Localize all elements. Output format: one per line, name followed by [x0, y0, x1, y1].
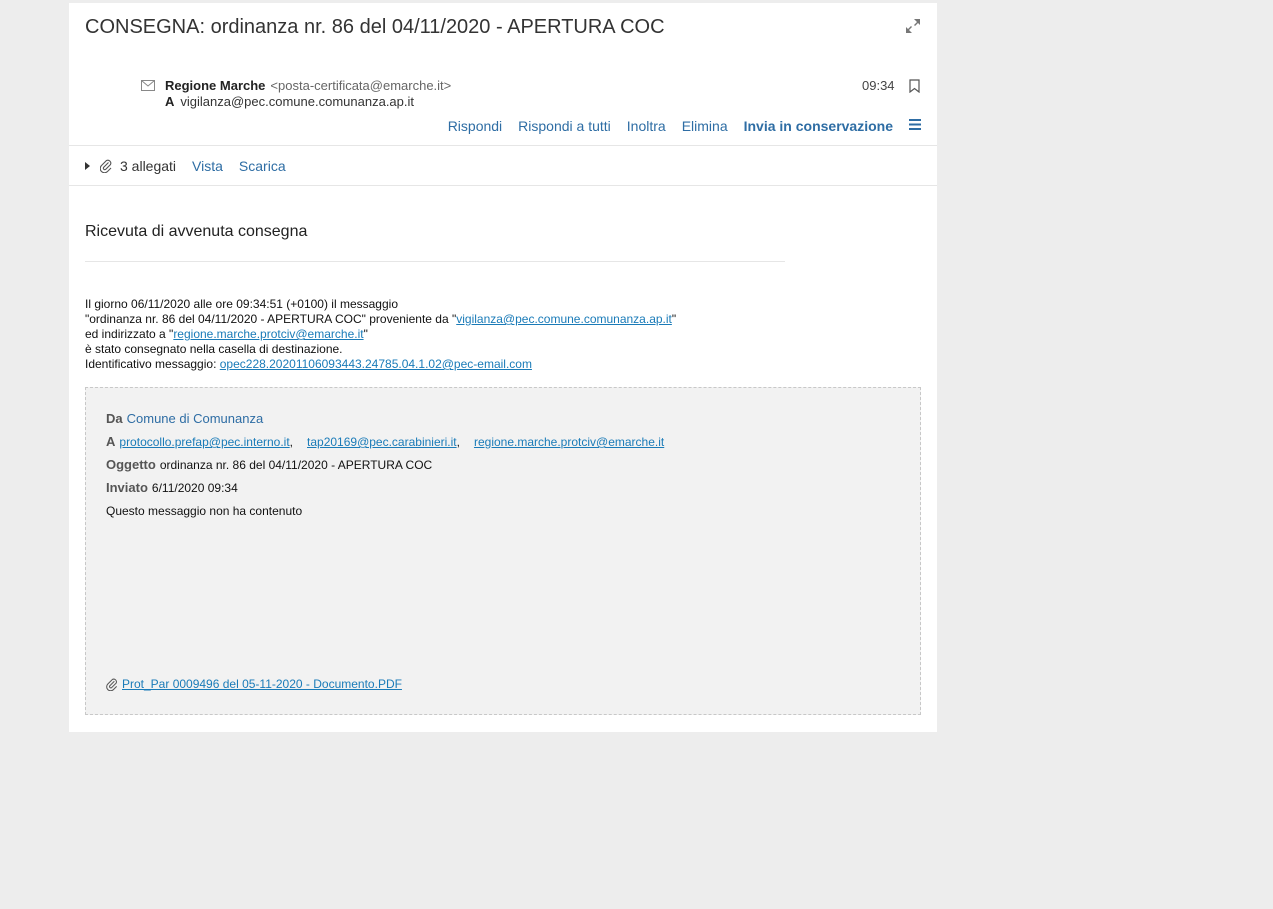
envelope-icon	[141, 80, 155, 91]
receipt-line-5-text: Identificativo messaggio:	[85, 357, 220, 371]
receipt-line-3-end: "	[363, 327, 368, 341]
reply-all-button[interactable]: Rispondi a tutti	[518, 118, 611, 134]
hamburger-menu-icon[interactable]	[909, 119, 921, 130]
recipient-label: A	[165, 94, 175, 109]
action-bar: Rispondi Rispondi a tutti Inoltra Elimin…	[448, 118, 893, 134]
recipient-separator: ,	[289, 435, 294, 449]
original-sent-value: 6/11/2020 09:34	[151, 481, 238, 495]
message-subject: CONSEGNA: ordinanza nr. 86 del 04/11/202…	[85, 16, 665, 38]
message-time: 09:34	[862, 78, 895, 93]
receipt-line-4: è stato consegnato nella casella di dest…	[85, 342, 343, 356]
receipt-line-2: "ordinanza nr. 86 del 04/11/2020 - APERT…	[85, 312, 845, 327]
paperclip-icon	[106, 678, 118, 691]
original-subject-row: Oggetto ordinanza nr. 86 del 04/11/2020 -…	[106, 457, 432, 472]
attachments-count: 3 allegati	[120, 158, 177, 174]
attachments-bar: 3 allegati Vista Scarica	[85, 158, 302, 174]
receipt-line-3-text: ed indirizzato a "	[85, 327, 174, 341]
message-panel: CONSEGNA: ordinanza nr. 86 del 04/11/202…	[69, 3, 937, 732]
sender-line: Regione Marche <posta-certificata@emarche…	[165, 78, 451, 93]
receipt-line-1: Il giorno 06/11/2020 alle ore 09:34:51 (…	[85, 297, 398, 311]
original-to-row: Aprotocollo.prefap@pec.interno.it, tap201…	[106, 434, 664, 449]
receipt-body: Il giorno 06/11/2020 alle ore 09:34:51 (…	[85, 297, 845, 372]
original-no-content: Questo messaggio non ha contenuto	[106, 504, 303, 518]
download-attachments-link[interactable]: Scarica	[239, 158, 286, 174]
receipt-line-3: ed indirizzato a "regione.marche.protciv…	[85, 327, 845, 342]
receipt-line-2-text: "ordinanza nr. 86 del 04/11/2020 - APERT…	[85, 312, 457, 326]
original-to-address[interactable]: regione.marche.protciv@emarche.it	[474, 435, 664, 449]
original-subject-label: Oggetto	[106, 457, 156, 472]
archive-button[interactable]: Invia in conservazione	[744, 118, 893, 134]
reply-button[interactable]: Rispondi	[448, 118, 502, 134]
recipient-line: Avigilanza@pec.comune.comunanza.ap.it	[165, 94, 414, 109]
attachments-divider	[69, 185, 937, 186]
original-message-box: Da Comune di Comunanza Aprotocollo.prefap…	[85, 387, 921, 715]
sender-address: <posta-certificata@emarche.it>	[270, 78, 452, 93]
original-from-value[interactable]: Comune di Comunanza	[127, 411, 264, 426]
original-from-row: Da Comune di Comunanza	[106, 411, 263, 426]
view-attachments-link[interactable]: Vista	[192, 158, 223, 174]
recipient-pec-link[interactable]: regione.marche.protciv@emarche.it	[173, 327, 363, 341]
sender-name[interactable]: Regione Marche	[165, 78, 265, 93]
receipt-title: Ricevuta di avvenuta consegna	[85, 223, 308, 240]
receipt-line-5: Identificativo messaggio: opec228.202011…	[85, 357, 845, 372]
original-subject-value: ordinanza nr. 86 del 04/11/2020 - APERTU…	[159, 458, 433, 472]
expand-icon[interactable]	[905, 18, 921, 34]
recipient-address[interactable]: vigilanza@pec.comune.comunanza.ap.it	[180, 94, 414, 109]
original-sent-row: Inviato 6/11/2020 09:34	[106, 480, 238, 495]
forward-button[interactable]: Inoltra	[627, 118, 666, 134]
original-from-label: Da	[106, 411, 123, 426]
header-divider	[69, 145, 937, 146]
original-sent-label: Inviato	[106, 480, 148, 495]
message-id-link[interactable]: opec228.20201106093443.24785.04.1.02@pec…	[220, 357, 532, 371]
sender-pec-link[interactable]: vigilanza@pec.comune.comunanza.ap.it	[456, 312, 672, 326]
delete-button[interactable]: Elimina	[682, 118, 728, 134]
original-to-address[interactable]: protocollo.prefap@pec.interno.it	[119, 435, 289, 449]
receipt-divider	[85, 261, 785, 262]
caret-right-icon[interactable]	[85, 162, 90, 170]
pdf-attachment-link[interactable]: Prot_Par 0009496 del 05-11-2020 - Docume…	[122, 677, 402, 691]
recipient-separator: ,	[456, 435, 460, 449]
paperclip-icon	[100, 159, 112, 173]
original-to-label: A	[106, 434, 116, 449]
bookmark-icon[interactable]	[909, 79, 920, 93]
receipt-line-2-end: "	[671, 312, 677, 326]
pdf-attachment-row: Prot_Par 0009496 del 05-11-2020 - Docume…	[106, 677, 402, 691]
original-to-address[interactable]: tap20169@pec.carabinieri.it	[307, 435, 457, 449]
